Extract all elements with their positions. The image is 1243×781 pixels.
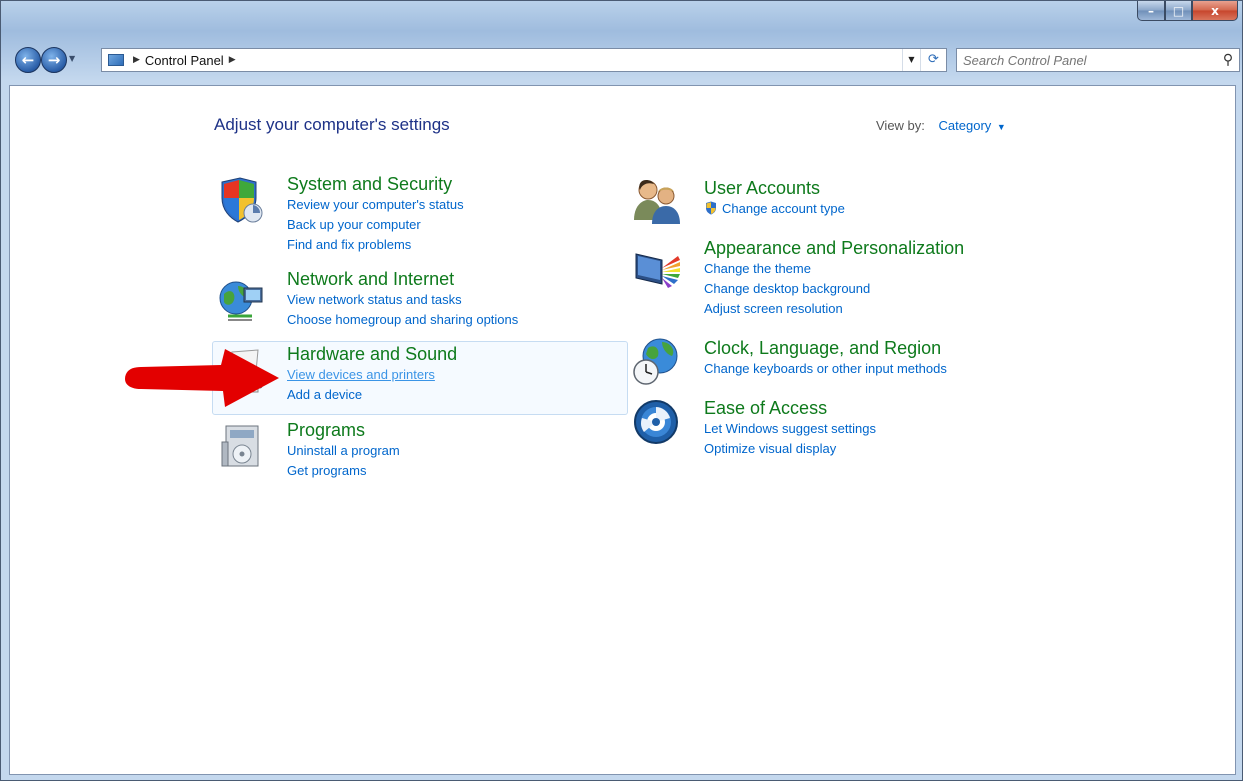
title-bar: – □ x <box>1 1 1242 37</box>
appearance-icon[interactable] <box>632 246 682 296</box>
user-accounts-icon[interactable] <box>632 176 682 226</box>
clock-globe-icon[interactable] <box>632 336 682 386</box>
category-network-and-internet: Network and Internet View network status… <box>287 269 518 330</box>
refresh-icon[interactable]: ⟳ <box>920 49 946 71</box>
back-up-computer-link[interactable]: Back up your computer <box>287 215 464 235</box>
red-annotation-arrow-icon <box>125 349 279 407</box>
category-appearance-and-personalization: Appearance and Personalization Change th… <box>704 238 964 319</box>
address-history-dropdown-icon[interactable]: ▼ <box>902 49 920 71</box>
category-user-accounts: User Accounts Change account type <box>704 178 845 219</box>
chevron-down-icon[interactable]: ▼ <box>997 122 1006 132</box>
network-and-internet-link[interactable]: Network and Internet <box>287 269 518 290</box>
control-panel-icon <box>108 54 124 66</box>
clock-language-and-region-link[interactable]: Clock, Language, and Region <box>704 338 947 359</box>
change-account-type-label: Change account type <box>722 201 845 216</box>
search-box[interactable]: ⚲ <box>956 48 1240 72</box>
view-by-label: View by: <box>876 118 925 133</box>
address-bar[interactable]: ▶ Control Panel ▶ ▼ ⟳ <box>101 48 947 72</box>
change-account-type-link[interactable]: Change account type <box>704 199 845 219</box>
shield-icon[interactable] <box>216 176 266 226</box>
maximize-button[interactable]: □ <box>1165 1 1192 21</box>
forward-arrow-icon[interactable]: → <box>41 47 67 73</box>
category-programs: Programs Uninstall a program Get program… <box>287 420 400 481</box>
view-devices-and-printers-link[interactable]: View devices and printers <box>287 365 457 385</box>
search-icon[interactable]: ⚲ <box>1217 52 1239 68</box>
review-computer-status-link[interactable]: Review your computer's status <box>287 195 464 215</box>
uac-shield-icon <box>706 201 716 215</box>
adjust-screen-resolution-link[interactable]: Adjust screen resolution <box>704 299 964 319</box>
recent-pages-dropdown-icon[interactable]: ▼ <box>69 54 75 63</box>
add-a-device-link[interactable]: Add a device <box>287 385 457 405</box>
let-windows-suggest-settings-link[interactable]: Let Windows suggest settings <box>704 419 876 439</box>
uninstall-a-program-link[interactable]: Uninstall a program <box>287 441 400 461</box>
control-panel-content: Adjust your computer's settings View by:… <box>9 85 1236 775</box>
breadcrumb-separator-icon[interactable]: ▶ <box>229 55 236 65</box>
ease-of-access-icon[interactable] <box>632 398 682 448</box>
search-input[interactable] <box>957 50 1217 70</box>
minimize-button[interactable]: – <box>1137 1 1165 21</box>
change-keyboards-link[interactable]: Change keyboards or other input methods <box>704 359 947 379</box>
choose-homegroup-link[interactable]: Choose homegroup and sharing options <box>287 310 518 330</box>
get-programs-link[interactable]: Get programs <box>287 461 400 481</box>
optimize-visual-display-link[interactable]: Optimize visual display <box>704 439 876 459</box>
user-accounts-link[interactable]: User Accounts <box>704 178 845 199</box>
control-panel-window: – □ x ← → ▼ ▶ Control Panel ▶ ▼ ⟳ ⚲ Adju… <box>0 0 1243 781</box>
change-desktop-background-link[interactable]: Change desktop background <box>704 279 964 299</box>
category-hardware-and-sound: Hardware and Sound View devices and prin… <box>287 344 457 405</box>
category-clock-language-and-region: Clock, Language, and Region Change keybo… <box>704 338 947 379</box>
find-and-fix-problems-link[interactable]: Find and fix problems <box>287 235 464 255</box>
page-title: Adjust your computer's settings <box>214 115 450 134</box>
breadcrumb-separator-icon[interactable]: ▶ <box>133 55 140 65</box>
category-ease-of-access: Ease of Access Let Windows suggest setti… <box>704 398 876 459</box>
back-arrow-icon[interactable]: ← <box>15 47 41 73</box>
view-by-dropdown[interactable]: Category <box>939 118 992 133</box>
appearance-and-personalization-link[interactable]: Appearance and Personalization <box>704 238 964 259</box>
address-bar-controls: ▼ ⟳ <box>902 49 946 71</box>
breadcrumb-control-panel[interactable]: Control Panel <box>145 53 224 68</box>
system-and-security-link[interactable]: System and Security <box>287 174 464 195</box>
programs-icon[interactable] <box>218 422 268 472</box>
close-button[interactable]: x <box>1192 1 1238 21</box>
change-the-theme-link[interactable]: Change the theme <box>704 259 964 279</box>
ease-of-access-link[interactable]: Ease of Access <box>704 398 876 419</box>
hardware-and-sound-link[interactable]: Hardware and Sound <box>287 344 457 365</box>
network-globe-icon[interactable] <box>216 276 266 326</box>
category-system-and-security: System and Security Review your computer… <box>287 174 464 255</box>
view-network-status-link[interactable]: View network status and tasks <box>287 290 518 310</box>
navigation-bar: ← → ▼ ▶ Control Panel ▶ ▼ ⟳ ⚲ <box>1 45 1242 77</box>
programs-link[interactable]: Programs <box>287 420 400 441</box>
caption-buttons: – □ x <box>1137 1 1238 21</box>
view-by-control: View by: Category ▼ <box>876 118 1006 133</box>
